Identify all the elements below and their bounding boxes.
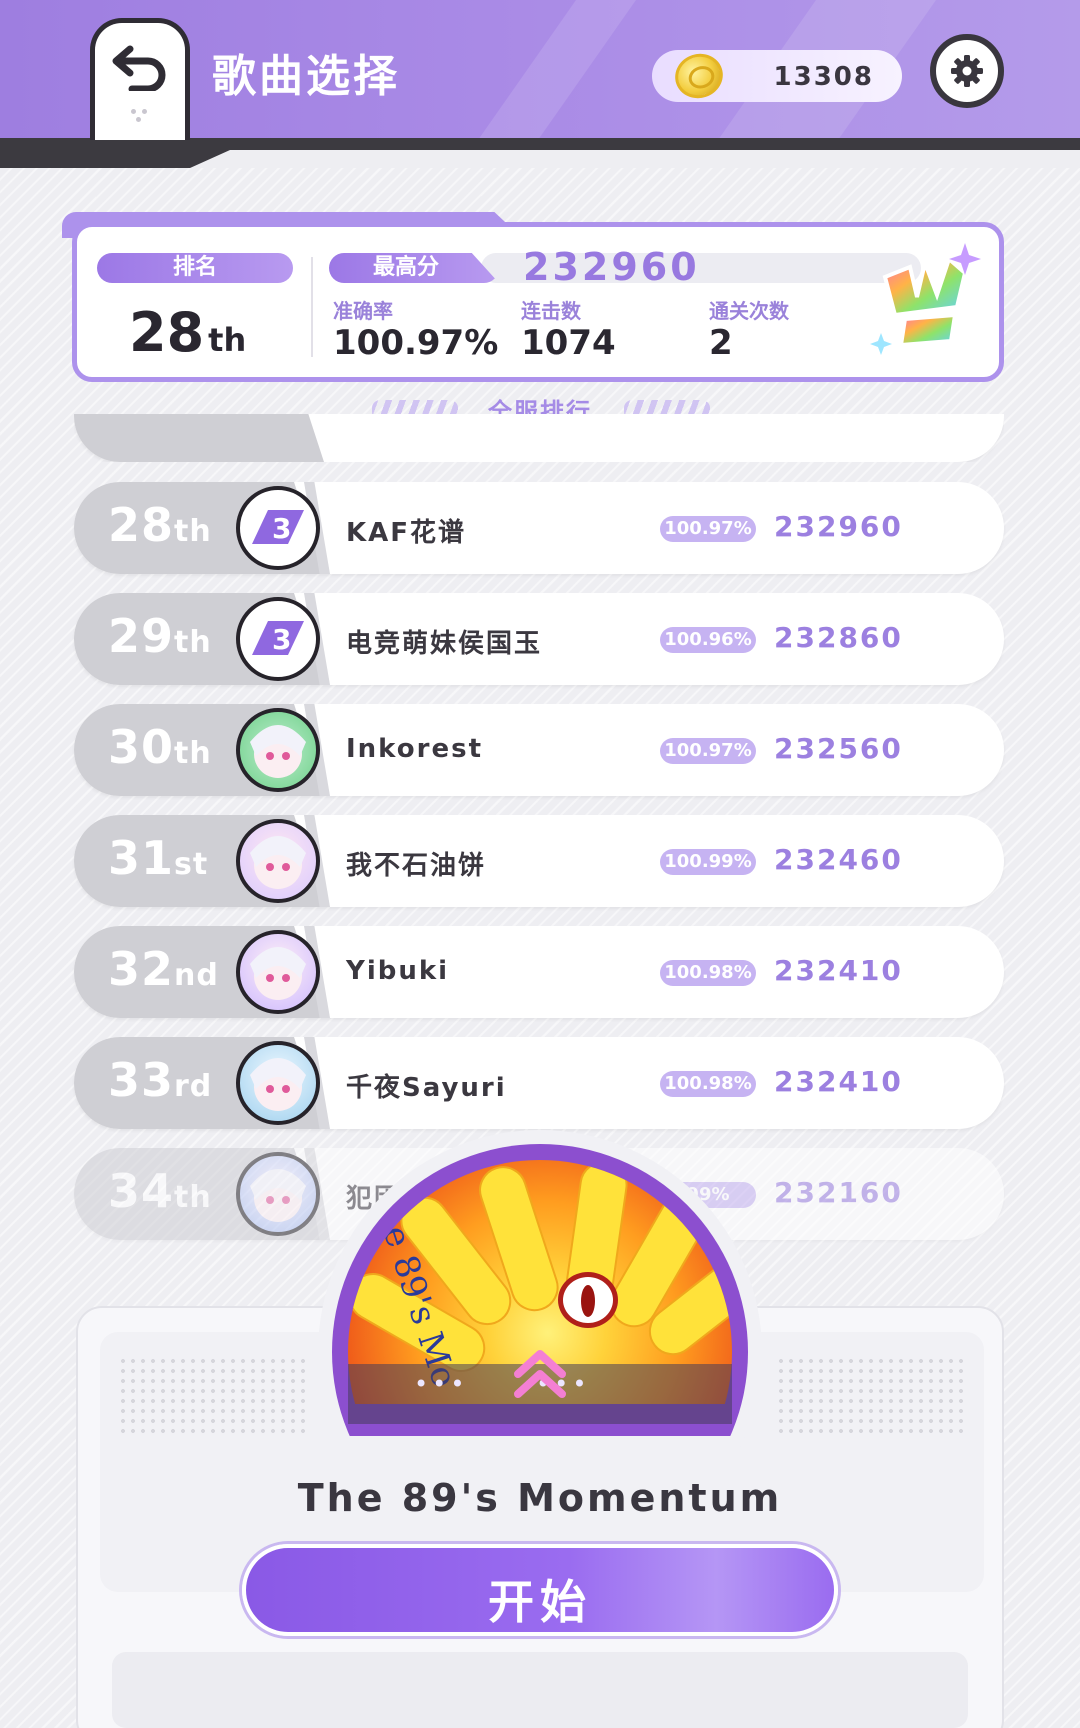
accuracy-badge: 100.98% xyxy=(660,1071,756,1097)
accuracy-badge: 100.97% xyxy=(660,738,756,764)
coin-balance: 13308 xyxy=(652,47,902,105)
avatar[interactable] xyxy=(236,819,320,903)
page-title: 歌曲选择 xyxy=(212,51,400,102)
player-name: Inkorest xyxy=(346,734,483,764)
player-score: 232860 xyxy=(774,621,903,654)
svg-text:3: 3 xyxy=(272,512,291,545)
high-score-value: 232960 xyxy=(523,245,700,289)
gear-icon xyxy=(951,55,983,87)
svg-text:3: 3 xyxy=(272,623,291,656)
avatar[interactable]: 3 xyxy=(236,597,320,681)
eye-icon xyxy=(558,1272,618,1328)
leaderboard-row[interactable]: 33rd 千夜Sayuri 100.98% 232410 xyxy=(74,1037,1004,1129)
rank-badge-icon xyxy=(870,243,981,355)
row-rank: 33rd xyxy=(108,1053,213,1107)
tab-dots xyxy=(131,109,149,123)
logo-icon: 3 xyxy=(252,621,304,656)
chevron-up-icon xyxy=(514,1350,566,1398)
avatar-face-icon xyxy=(250,1058,306,1111)
leaderboard-row[interactable]: 28th 3 KAF花谱 100.97% 232960 xyxy=(74,482,1004,574)
avatar-face-icon xyxy=(250,725,306,778)
accuracy-badge: 100.96% xyxy=(660,627,756,653)
song-disc[interactable]: he 89's Mo ••• ••• xyxy=(318,1130,762,1464)
accuracy-value: 100.97% xyxy=(333,323,499,363)
avatar[interactable] xyxy=(236,1041,320,1125)
start-button-label: 开始 xyxy=(488,1575,592,1629)
player-score: 232410 xyxy=(774,1065,903,1098)
row-rank: 34th xyxy=(108,1164,212,1218)
back-button[interactable] xyxy=(90,18,190,140)
avatar[interactable] xyxy=(236,708,320,792)
player-score: 232960 xyxy=(774,510,903,543)
player-name: Yibuki xyxy=(346,956,450,986)
accuracy-badge: 100.99% xyxy=(660,849,756,875)
row-rank-zone xyxy=(74,414,324,462)
settings-button[interactable] xyxy=(930,34,1004,108)
avatar[interactable] xyxy=(236,930,320,1014)
player-score: 232460 xyxy=(774,843,903,876)
personal-best-card: 排名 28th 最高分 232960 准确率 100.97% 连击数 1074 … xyxy=(72,222,1004,382)
accuracy-label: 准确率 xyxy=(333,299,393,323)
leaderboard-row[interactable]: 31st 我不石油饼 100.99% 232460 xyxy=(74,815,1004,907)
leaderboard-row[interactable]: 30th Inkorest 100.97% 232560 xyxy=(74,704,1004,796)
my-rank: 28th xyxy=(129,301,247,364)
avatar-face-icon xyxy=(250,836,306,889)
accuracy-badge: 100.98% xyxy=(660,960,756,986)
combo-value: 1074 xyxy=(521,323,616,363)
logo-icon: 3 xyxy=(252,510,304,545)
coin-count: 13308 xyxy=(773,62,874,92)
coin-icon xyxy=(669,47,729,105)
dot-grid-decoration xyxy=(118,1356,308,1436)
dots-decoration: ••• xyxy=(414,1370,469,1398)
accuracy-badge: 100.97% xyxy=(660,516,756,542)
card-divider xyxy=(311,257,313,357)
high-score-label: 最高分 xyxy=(329,253,499,283)
clears-label: 通关次数 xyxy=(709,299,789,323)
leaderboard-row[interactable]: 32nd Yibuki 100.98% 232410 xyxy=(74,926,1004,1018)
back-arrow-icon xyxy=(112,45,166,91)
start-button[interactable]: 开始 xyxy=(242,1544,838,1636)
player-score: 232160 xyxy=(774,1176,903,1209)
row-rank: 28th xyxy=(108,498,212,552)
header-streak xyxy=(449,0,651,138)
player-name: KAF花谱 xyxy=(346,518,467,548)
avatar[interactable]: 3 xyxy=(236,486,320,570)
player-score: 232560 xyxy=(774,732,903,765)
header-divider-cut xyxy=(190,150,1080,168)
rank-label: 排名 xyxy=(97,253,293,283)
leaderboard-row[interactable]: 29th 3 电竞萌妹侯国玉 100.96% 232860 xyxy=(74,593,1004,685)
dot-grid-decoration xyxy=(776,1356,966,1436)
combo-label: 连击数 xyxy=(521,299,581,323)
player-name: 我不石油饼 xyxy=(346,851,487,881)
player-name: 千夜Sayuri xyxy=(346,1073,507,1103)
song-title: The 89's Momentum xyxy=(297,1476,783,1520)
avatar-face-icon xyxy=(250,947,306,1000)
avatar-face-icon xyxy=(250,1169,306,1222)
row-rank: 31st xyxy=(108,831,209,885)
player-score: 232410 xyxy=(774,954,903,987)
player-name: 电竞萌妹侯国玉 xyxy=(346,629,543,659)
panel-footer xyxy=(112,1652,968,1728)
avatar[interactable] xyxy=(236,1152,320,1236)
leaderboard-row-partial xyxy=(74,414,1004,462)
row-rank: 32nd xyxy=(108,942,219,996)
clears-value: 2 xyxy=(709,323,733,363)
row-rank: 30th xyxy=(108,720,212,774)
row-rank: 29th xyxy=(108,609,212,663)
